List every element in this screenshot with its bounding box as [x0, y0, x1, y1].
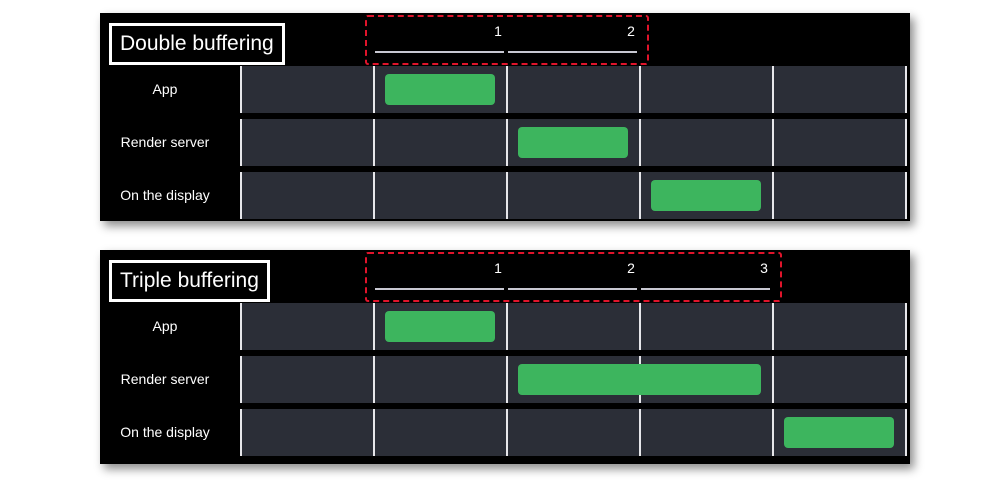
timeline-cell: [774, 356, 905, 403]
row-label-on-display: On the display: [120, 186, 210, 203]
row-label-app: App: [152, 317, 178, 334]
vsync-divider: [373, 409, 375, 456]
timeline-cell: [641, 409, 772, 456]
vsync-divider: [905, 356, 907, 403]
vsync-divider: [905, 172, 907, 219]
frame-number-label: 3: [760, 260, 768, 276]
vsync-divider: [240, 119, 242, 166]
frame-number-label: 2: [627, 260, 635, 276]
vsync-divider: [639, 119, 641, 166]
timeline-cell: [774, 303, 905, 350]
vsync-divider: [240, 66, 242, 113]
vsync-divider: [373, 119, 375, 166]
timeline-cell: [375, 172, 506, 219]
timeline-cell: [242, 172, 373, 219]
vsync-divider: [772, 409, 774, 456]
vsync-divider: [639, 303, 641, 350]
vsync-divider: [639, 409, 641, 456]
timeline-cell: [641, 66, 772, 113]
timeline-cell: [508, 409, 639, 456]
vsync-divider: [506, 66, 508, 113]
timeline-cell: [774, 66, 905, 113]
frame-number-label: 2: [627, 23, 635, 39]
timeline-cell: [242, 303, 373, 350]
frame-bar: [385, 311, 495, 342]
frame-bar: [784, 417, 894, 448]
vsync-divider: [373, 172, 375, 219]
row-label-on-display: On the display: [120, 423, 210, 440]
double-buffering-panel: Double buffering 1 2 App Render server On…: [100, 13, 910, 221]
vsync-divider: [506, 303, 508, 350]
vsync-divider: [506, 356, 508, 403]
frame-bar: [385, 74, 495, 105]
frame-bar: [518, 127, 628, 158]
timeline-cell: [242, 409, 373, 456]
vsync-divider: [240, 303, 242, 350]
frame-number-label: 1: [494, 260, 502, 276]
timeline-cell: [641, 119, 772, 166]
vsync-divider: [506, 409, 508, 456]
timeline-cell: [375, 119, 506, 166]
frame-number-label: 1: [494, 23, 502, 39]
frame-interval-line: [375, 288, 504, 290]
vsync-divider: [639, 172, 641, 219]
frame-bar: [518, 364, 761, 395]
vsync-divider: [905, 303, 907, 350]
panel-title: Triple buffering: [109, 260, 270, 302]
frame-interval-line: [508, 51, 637, 53]
frame-interval-line: [641, 288, 770, 290]
timeline-cell: [242, 356, 373, 403]
row-label-render-server: Render server: [120, 133, 210, 150]
row-label-app: App: [152, 80, 178, 97]
timeline-cell: [508, 172, 639, 219]
vsync-divider: [905, 119, 907, 166]
frame-bar: [651, 180, 761, 211]
frame-interval-line: [375, 51, 504, 53]
timeline-cell: [641, 303, 772, 350]
vsync-divider: [506, 119, 508, 166]
frame-interval-line: [508, 288, 637, 290]
row-label-render-server: Render server: [120, 370, 210, 387]
triple-buffering-panel: Triple buffering 1 2 3 App Render server O…: [100, 250, 910, 464]
vsync-divider: [772, 172, 774, 219]
timeline-cell: [375, 409, 506, 456]
timeline-cell: [774, 119, 905, 166]
vsync-divider: [373, 303, 375, 350]
timeline-cell: [774, 172, 905, 219]
timeline-cell: [375, 356, 506, 403]
vsync-divider: [772, 356, 774, 403]
vsync-divider: [240, 356, 242, 403]
timeline-cell: [242, 66, 373, 113]
vsync-divider: [905, 409, 907, 456]
frame-highlight-box: [365, 252, 782, 302]
vsync-divider: [905, 66, 907, 113]
timeline-cell: [508, 66, 639, 113]
vsync-divider: [240, 172, 242, 219]
vsync-divider: [772, 119, 774, 166]
timeline-cell: [242, 119, 373, 166]
timeline-cell: [508, 303, 639, 350]
vsync-divider: [639, 66, 641, 113]
vsync-divider: [772, 303, 774, 350]
panel-title: Double buffering: [109, 23, 285, 65]
vsync-divider: [373, 356, 375, 403]
vsync-divider: [506, 172, 508, 219]
vsync-divider: [240, 409, 242, 456]
vsync-divider: [373, 66, 375, 113]
vsync-divider: [772, 66, 774, 113]
